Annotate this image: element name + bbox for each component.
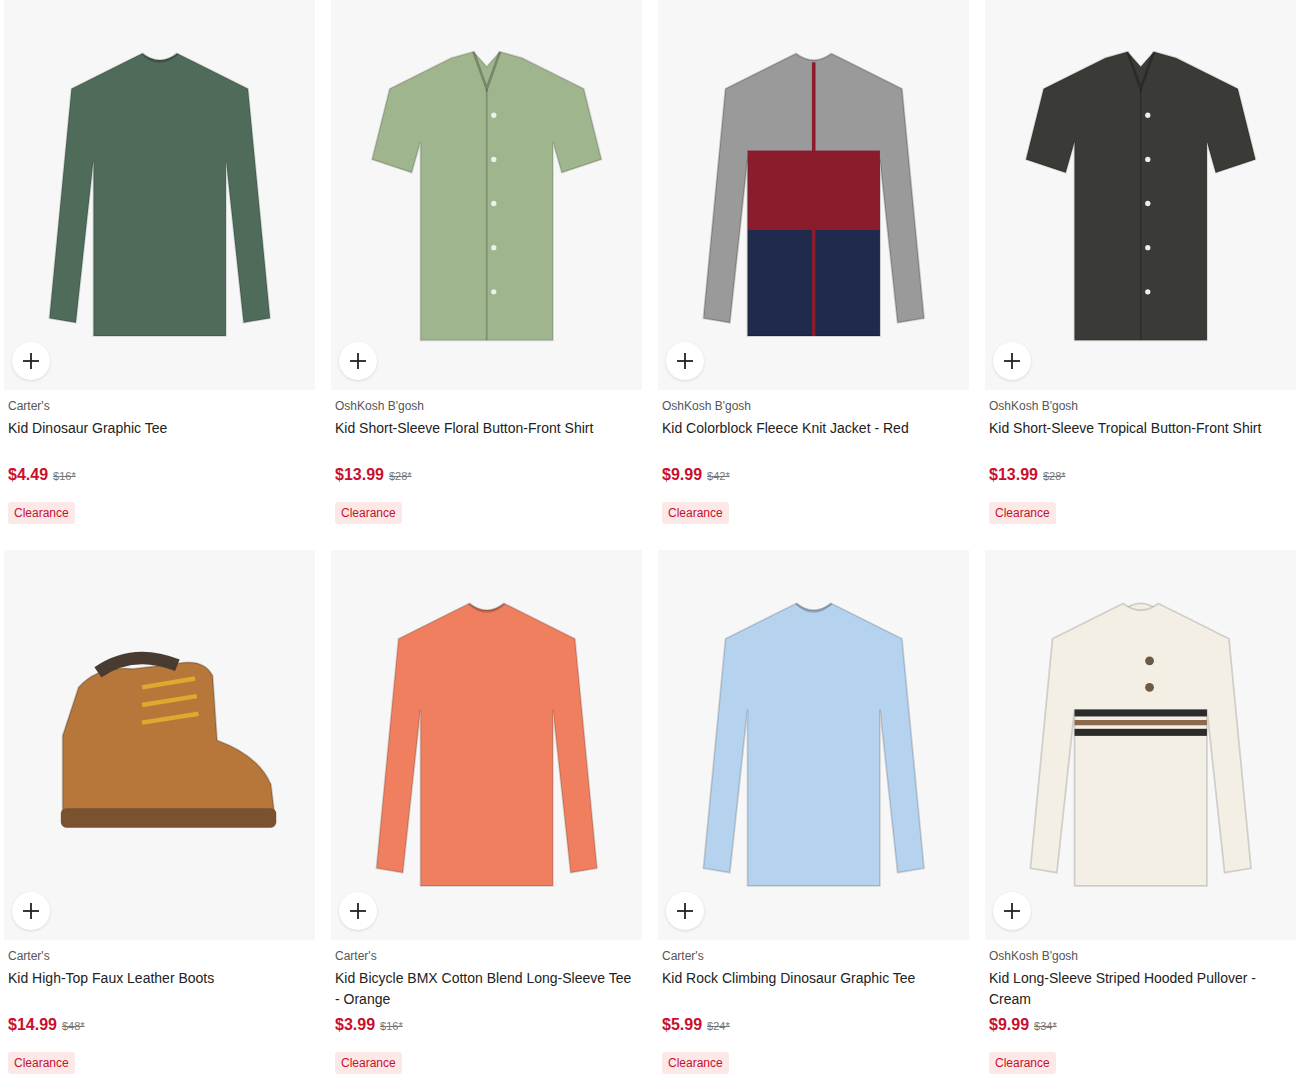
clearance-badge: Clearance bbox=[662, 502, 729, 524]
product-info: Carter's Kid Dinosaur Graphic Tee $4.49 $16… bbox=[4, 390, 315, 524]
price-row: $4.49 $16* bbox=[8, 466, 76, 484]
plus-icon bbox=[21, 901, 41, 921]
product-image[interactable] bbox=[4, 550, 315, 940]
original-price: $16* bbox=[53, 470, 76, 482]
clearance-badge: Clearance bbox=[662, 1052, 729, 1074]
sale-price: $4.49 bbox=[8, 466, 48, 484]
add-to-cart-button[interactable] bbox=[12, 342, 50, 380]
product-brand: Carter's bbox=[8, 948, 50, 964]
original-price: $28* bbox=[1043, 470, 1066, 482]
plus-icon bbox=[348, 901, 368, 921]
product-grid-page: Carter's Kid Dinosaur Graphic Tee $4.49 $16… bbox=[0, 0, 1296, 1074]
product-image[interactable] bbox=[331, 550, 642, 940]
shirt-icon bbox=[1007, 27, 1274, 362]
product-image[interactable] bbox=[331, 0, 642, 390]
sale-price: $13.99 bbox=[335, 466, 384, 484]
product-brand: OshKosh B'gosh bbox=[662, 398, 751, 414]
tee-icon bbox=[26, 27, 293, 362]
product-name[interactable]: Kid Dinosaur Graphic Tee bbox=[8, 418, 167, 460]
price-row: $3.99 $16* bbox=[335, 1016, 403, 1034]
add-to-cart-button[interactable] bbox=[993, 342, 1031, 380]
product-card[interactable]: Carter's Kid High-Top Faux Leather Boots $… bbox=[4, 550, 315, 1074]
product-brand: OshKosh B'gosh bbox=[989, 948, 1078, 964]
product-card[interactable]: OshKosh B'gosh Kid Short-Sleeve Tropical … bbox=[985, 0, 1296, 524]
plus-icon bbox=[21, 351, 41, 371]
sale-price: $14.99 bbox=[8, 1016, 57, 1034]
plus-icon bbox=[675, 901, 695, 921]
add-to-cart-button[interactable] bbox=[339, 892, 377, 930]
product-image[interactable] bbox=[985, 550, 1296, 940]
sale-price: $9.99 bbox=[989, 1016, 1029, 1034]
clearance-badge: Clearance bbox=[989, 502, 1056, 524]
product-name[interactable]: Kid Short-Sleeve Floral Button-Front Shi… bbox=[335, 418, 593, 460]
clearance-badge: Clearance bbox=[335, 1052, 402, 1074]
add-to-cart-button[interactable] bbox=[12, 892, 50, 930]
product-brand: Carter's bbox=[662, 948, 704, 964]
clearance-badge: Clearance bbox=[8, 502, 75, 524]
product-card[interactable]: Carter's Kid Rock Climbing Dinosaur Graph… bbox=[658, 550, 969, 1074]
original-price: $34* bbox=[1034, 1020, 1057, 1032]
product-grid: Carter's Kid Dinosaur Graphic Tee $4.49 $16… bbox=[0, 0, 1296, 1074]
product-card[interactable]: Carter's Kid Dinosaur Graphic Tee $4.49 $16… bbox=[4, 0, 315, 524]
product-name[interactable]: Kid Colorblock Fleece Knit Jacket - Red bbox=[662, 418, 909, 460]
product-image[interactable] bbox=[985, 0, 1296, 390]
product-image[interactable] bbox=[658, 0, 969, 390]
product-brand: Carter's bbox=[335, 948, 377, 964]
product-name[interactable]: Kid Short-Sleeve Tropical Button-Front S… bbox=[989, 418, 1261, 460]
original-price: $16* bbox=[380, 1020, 403, 1032]
product-info: Carter's Kid Bicycle BMX Cotton Blend Lon… bbox=[331, 940, 642, 1074]
product-name[interactable]: Kid Bicycle BMX Cotton Blend Long-Sleeve… bbox=[335, 968, 638, 1010]
original-price: $48* bbox=[62, 1020, 85, 1032]
tee-icon bbox=[353, 577, 620, 912]
add-to-cart-button[interactable] bbox=[339, 342, 377, 380]
sale-price: $5.99 bbox=[662, 1016, 702, 1034]
add-to-cart-button[interactable] bbox=[993, 892, 1031, 930]
sale-price: $3.99 bbox=[335, 1016, 375, 1034]
jacket-icon bbox=[680, 27, 947, 362]
product-image[interactable] bbox=[4, 0, 315, 390]
product-info: OshKosh B'gosh Kid Long-Sleeve Striped Ho… bbox=[985, 940, 1296, 1074]
product-image[interactable] bbox=[658, 550, 969, 940]
clearance-badge: Clearance bbox=[8, 1052, 75, 1074]
shirt-icon bbox=[353, 27, 620, 362]
plus-icon bbox=[675, 351, 695, 371]
product-card[interactable]: OshKosh B'gosh Kid Short-Sleeve Floral Bu… bbox=[331, 0, 642, 524]
sale-price: $13.99 bbox=[989, 466, 1038, 484]
clearance-badge: Clearance bbox=[335, 502, 402, 524]
product-info: OshKosh B'gosh Kid Short-Sleeve Floral Bu… bbox=[331, 390, 642, 524]
hoodie-icon bbox=[1007, 577, 1274, 912]
plus-icon bbox=[1002, 901, 1022, 921]
clearance-badge: Clearance bbox=[989, 1052, 1056, 1074]
product-card[interactable]: OshKosh B'gosh Kid Long-Sleeve Striped Ho… bbox=[985, 550, 1296, 1074]
original-price: $42* bbox=[707, 470, 730, 482]
product-info: Carter's Kid Rock Climbing Dinosaur Graph… bbox=[658, 940, 969, 1074]
add-to-cart-button[interactable] bbox=[666, 892, 704, 930]
product-name[interactable]: Kid Long-Sleeve Striped Hooded Pullover … bbox=[989, 968, 1292, 1010]
price-row: $14.99 $48* bbox=[8, 1016, 85, 1034]
product-brand: OshKosh B'gosh bbox=[335, 398, 424, 414]
price-row: $9.99 $42* bbox=[662, 466, 730, 484]
price-row: $9.99 $34* bbox=[989, 1016, 1057, 1034]
product-name[interactable]: Kid High-Top Faux Leather Boots bbox=[8, 968, 214, 1010]
original-price: $28* bbox=[389, 470, 412, 482]
boot-icon bbox=[26, 577, 293, 912]
product-info: Carter's Kid High-Top Faux Leather Boots $… bbox=[4, 940, 315, 1074]
price-row: $5.99 $24* bbox=[662, 1016, 730, 1034]
product-card[interactable]: OshKosh B'gosh Kid Colorblock Fleece Knit… bbox=[658, 0, 969, 524]
price-row: $13.99 $28* bbox=[989, 466, 1066, 484]
product-name[interactable]: Kid Rock Climbing Dinosaur Graphic Tee bbox=[662, 968, 915, 1010]
product-card[interactable]: Carter's Kid Bicycle BMX Cotton Blend Lon… bbox=[331, 550, 642, 1074]
add-to-cart-button[interactable] bbox=[666, 342, 704, 380]
plus-icon bbox=[1002, 351, 1022, 371]
product-brand: Carter's bbox=[8, 398, 50, 414]
tee-icon bbox=[680, 577, 947, 912]
product-info: OshKosh B'gosh Kid Colorblock Fleece Knit… bbox=[658, 390, 969, 524]
product-brand: OshKosh B'gosh bbox=[989, 398, 1078, 414]
product-info: OshKosh B'gosh Kid Short-Sleeve Tropical … bbox=[985, 390, 1296, 524]
sale-price: $9.99 bbox=[662, 466, 702, 484]
plus-icon bbox=[348, 351, 368, 371]
original-price: $24* bbox=[707, 1020, 730, 1032]
price-row: $13.99 $28* bbox=[335, 466, 412, 484]
